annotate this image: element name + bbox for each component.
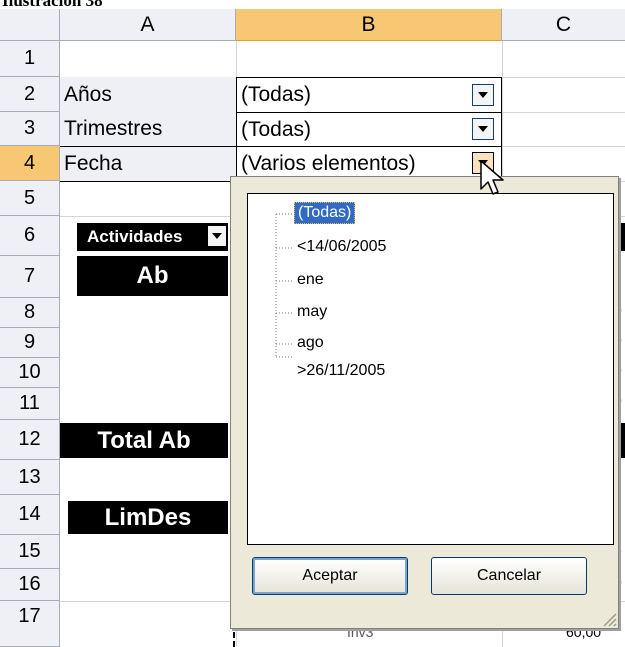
column-header-b[interactable]: B [236, 9, 502, 41]
chevron-down-icon [212, 233, 222, 239]
row-header-9[interactable]: 9 [0, 328, 60, 358]
row-label-limdes: LimDes [68, 501, 228, 534]
trimestres-dropdown-button[interactable] [472, 118, 494, 140]
select-all-corner[interactable] [0, 9, 60, 41]
activity-field-button[interactable]: Actividades [77, 223, 228, 251]
row-header-8[interactable]: 8 [0, 298, 60, 328]
mouse-cursor-icon [480, 160, 504, 195]
cancelar-button[interactable]: Cancelar [431, 557, 587, 595]
figure-caption: Ilustración 38 [2, 0, 103, 10]
tree-item-ene[interactable]: ene [294, 269, 327, 291]
page-field-value-trimestres: (Todas) [241, 117, 312, 141]
row-header-5[interactable]: 5 [0, 181, 60, 216]
resize-grip-icon[interactable] [601, 611, 617, 627]
row-label-ab: Ab [77, 256, 228, 296]
tree-item-after-date[interactable]: >26/11/2005 [294, 360, 388, 382]
column-header-a[interactable]: A [60, 9, 236, 41]
total-ab-label: Total Ab [60, 423, 228, 458]
row-header-16[interactable]: 16 [0, 569, 60, 601]
row-header-7[interactable]: 7 [0, 256, 60, 298]
page-field-label-trimestres: Trimestres [60, 112, 236, 146]
activity-dropdown-button[interactable] [207, 225, 227, 247]
row-header-10[interactable]: 10 [0, 358, 60, 388]
activity-field-label: Actividades [87, 227, 183, 246]
column-header-c[interactable]: C [502, 9, 625, 41]
chevron-down-icon [478, 92, 488, 98]
page-field-value-anos: (Todas) [241, 83, 312, 106]
row-header-17[interactable]: 17 [0, 601, 60, 647]
row-header-13[interactable]: 13 [0, 460, 60, 495]
tree-item-ago[interactable]: ago [294, 332, 327, 354]
row-header-6[interactable]: 6 [0, 216, 60, 256]
page-field-label-fecha: Fecha [60, 147, 236, 181]
row-header-4[interactable]: 4 [0, 146, 60, 181]
page-field-label-anos: Años [60, 77, 236, 112]
tree-item-before-date[interactable]: <14/06/2005 [294, 236, 389, 258]
chevron-down-icon [478, 126, 488, 132]
row-header-3[interactable]: 3 [0, 112, 60, 146]
row-header-15[interactable]: 15 [0, 535, 60, 569]
row-header-14[interactable]: 14 [0, 495, 60, 535]
row-header-1[interactable]: 1 [0, 41, 60, 77]
row-header-2[interactable]: 2 [0, 77, 60, 112]
tree-item-may[interactable]: may [294, 301, 330, 323]
row-header-11[interactable]: 11 [0, 388, 60, 420]
row-header-12[interactable]: 12 [0, 420, 60, 460]
aceptar-button[interactable]: Aceptar [252, 557, 408, 595]
anos-dropdown-button[interactable] [472, 84, 494, 106]
tree-item-todas[interactable]: (Todas) [294, 202, 356, 224]
date-filter-list[interactable]: (Todas) <14/06/2005 ene may ago >26/11/2… [247, 193, 614, 545]
